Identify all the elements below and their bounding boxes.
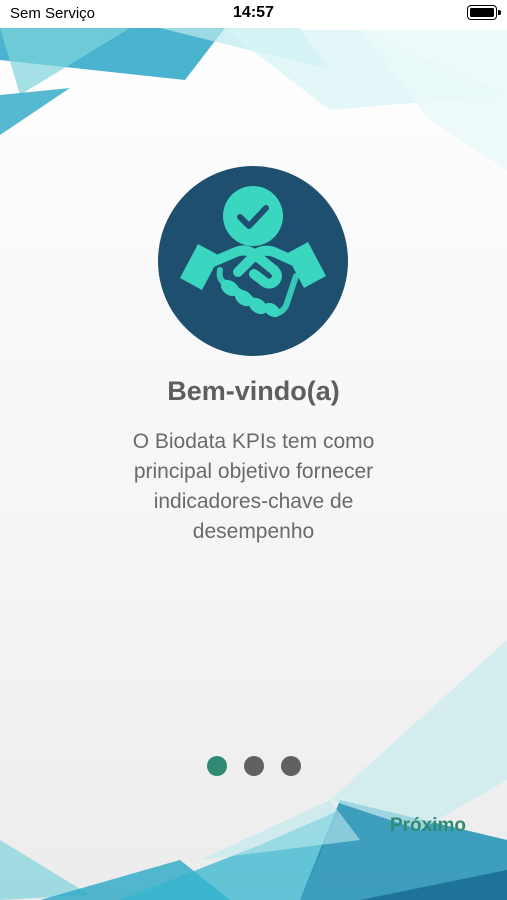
handshake-check-icon <box>158 166 348 356</box>
page-dot[interactable] <box>280 756 301 776</box>
page-dot-active[interactable] <box>206 756 227 776</box>
next-button[interactable]: Próximo <box>390 815 466 837</box>
page-dot[interactable] <box>243 756 264 776</box>
status-bar: Sem Serviço 14:57 <box>0 0 507 28</box>
battery-full-icon <box>467 5 501 20</box>
welcome-title: Bem-vindo(a) <box>167 376 340 406</box>
clock: 14:57 <box>233 4 274 21</box>
welcome-description: O Biodata KPIs tem como principal objeti… <box>132 430 375 543</box>
page-indicator <box>0 756 507 776</box>
